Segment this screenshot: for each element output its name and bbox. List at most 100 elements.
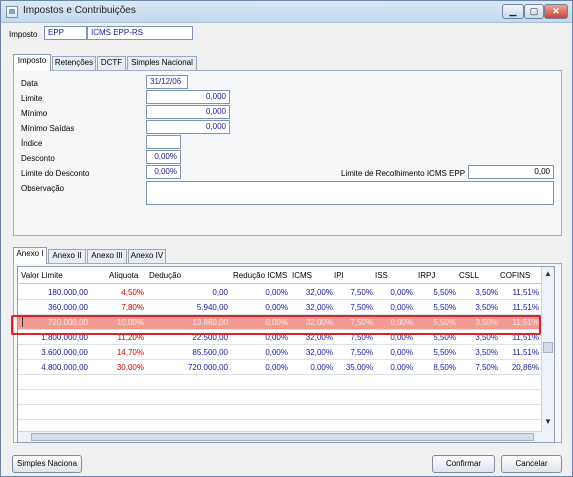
minimo-saidas-field[interactable]: 0,000 — [146, 120, 230, 134]
tab-dctf[interactable]: DCTF — [97, 56, 126, 70]
scroll-down-icon[interactable]: ▼ — [542, 415, 554, 428]
col-deducao[interactable]: Dedução — [149, 271, 181, 280]
table-cell: 32,00% — [305, 348, 333, 357]
table-cell: 0,00% — [310, 363, 333, 372]
indice-label: Índice — [21, 139, 43, 148]
table-cell: 0,00% — [390, 363, 413, 372]
data-label: Data — [21, 79, 38, 88]
horizontal-scroll-thumb[interactable] — [31, 433, 534, 441]
impostos-window: Impostos e Contribuições ▁ ▢ ✕ Imposto E… — [0, 0, 573, 477]
tab-anexo-i[interactable]: Anexo I — [13, 247, 47, 264]
table-cell: 85.500,00 — [192, 348, 228, 357]
col-icms[interactable]: ICMS — [292, 271, 312, 280]
limite-field[interactable]: 0,000 — [146, 90, 230, 104]
col-cofins[interactable]: COFINS — [500, 271, 530, 280]
data-field[interactable]: 31/12/06 — [146, 75, 188, 89]
desconto-field[interactable]: 0,00% — [146, 150, 181, 164]
table-cell: 0,00% — [265, 288, 288, 297]
vertical-scrollbar[interactable]: ▲ ▼ — [541, 267, 554, 442]
table-cell: 5,50% — [433, 288, 456, 297]
scroll-up-icon[interactable]: ▲ — [542, 267, 554, 280]
table-cell: 30,00% — [116, 363, 144, 372]
imposto-name-field[interactable]: ICMS EPP-RS — [87, 26, 193, 40]
close-button[interactable]: ✕ — [544, 4, 568, 19]
selected-row-highlight — [11, 315, 541, 335]
empty-row — [18, 405, 542, 420]
table-row[interactable]: 4.800.000,00 30,00% 720.000,00 0,00% 0,00% 35… — [18, 360, 542, 375]
title-bar: Impostos e Contribuições ▁ ▢ ✕ — [1, 1, 572, 23]
table-cell: 32,00% — [305, 288, 333, 297]
minimize-button[interactable]: ▁ — [502, 4, 524, 19]
observacao-label: Observação — [21, 184, 65, 193]
limite-desconto-label: Limite do Desconto — [21, 169, 90, 178]
minimo-label: Mínimo — [21, 109, 48, 118]
table-cell: 0,00% — [390, 288, 413, 297]
simples-nacional-button[interactable]: Simples Naciona — [12, 455, 82, 473]
minimo-field[interactable]: 0,000 — [146, 105, 230, 119]
imposto-code-field[interactable]: EPP — [44, 26, 87, 40]
table-cell: 14,70% — [116, 348, 144, 357]
table-cell: 11,51% — [512, 303, 539, 312]
col-csll[interactable]: CSLL — [459, 271, 479, 280]
window-title: Impostos e Contribuições — [23, 5, 136, 16]
table-row[interactable]: 180.000,00 4,50% 0,00 0,00% 32,00% 7,50% 0,00%… — [18, 285, 542, 300]
vertical-scroll-thumb[interactable] — [543, 342, 553, 353]
table-row[interactable]: 360.000,00 7,80% 5.940,00 0,00% 32,00% 7,50% 0… — [18, 300, 542, 315]
minimo-saidas-label: Mínimo Saídas — [21, 124, 75, 133]
col-valor-limite[interactable]: Valor Limite — [21, 271, 63, 280]
table-cell: 3,50% — [475, 348, 498, 357]
col-irpj[interactable]: IRPJ — [418, 271, 435, 280]
table-cell: 0,00 — [212, 288, 228, 297]
imposto-label: Imposto — [9, 30, 38, 39]
tab-retencoes[interactable]: Retenções — [52, 56, 96, 70]
grid-header: Valor Limite Alíquota Dedução Redução IC… — [18, 267, 542, 284]
tab-anexo-iv[interactable]: Anexo IV — [128, 249, 166, 263]
table-cell: 3,50% — [475, 303, 498, 312]
table-cell: 11,51% — [512, 348, 539, 357]
table-cell: 0,00% — [265, 348, 288, 357]
horizontal-scrollbar[interactable] — [18, 431, 542, 442]
limite-desconto-field[interactable]: 0,00% — [146, 165, 181, 179]
limite-recolhimento-label: Limite de Recolhimento ICMS EPP — [341, 169, 466, 178]
col-aliquota[interactable]: Alíquota — [109, 271, 138, 280]
imposto-panel — [13, 70, 562, 236]
table-row[interactable]: 3.600.000,00 14,70% 85.500,00 0,00% 32,00% 7,… — [18, 345, 542, 360]
col-reducao-icms[interactable]: Redução ICMS — [233, 271, 287, 280]
observacao-field[interactable] — [146, 181, 554, 205]
table-cell: 35,00% — [345, 363, 373, 372]
table-cell: 5.940,00 — [196, 303, 228, 312]
table-cell: 5,50% — [433, 348, 456, 357]
col-iss[interactable]: ISS — [375, 271, 388, 280]
app-icon — [6, 6, 18, 18]
table-cell: 0,00% — [390, 303, 413, 312]
anexo-grid: Valor Limite Alíquota Dedução Redução IC… — [17, 266, 555, 443]
table-cell: 0,00% — [265, 303, 288, 312]
tab-anexo-iii[interactable]: Anexo III — [87, 249, 127, 263]
table-cell: 4,50% — [121, 288, 144, 297]
minimize-icon: ▁ — [509, 6, 517, 16]
cancelar-button[interactable]: Cancelar — [501, 455, 562, 473]
limite-recolhimento-field[interactable]: 0,00 — [468, 165, 554, 179]
empty-row — [18, 390, 542, 405]
maximize-button[interactable]: ▢ — [524, 4, 544, 19]
tab-imposto[interactable]: Imposto — [13, 54, 51, 71]
table-cell: 7,50% — [350, 348, 373, 357]
table-cell: 11,51% — [512, 288, 539, 297]
tab-simples-nacional[interactable]: Simples Nacional — [127, 56, 197, 70]
desconto-label: Desconto — [21, 154, 55, 163]
table-cell: 8,50% — [433, 363, 456, 372]
close-icon: ✕ — [552, 6, 560, 16]
table-cell: 3,50% — [475, 288, 498, 297]
tab-anexo-ii[interactable]: Anexo II — [48, 249, 86, 263]
maximize-icon: ▢ — [529, 6, 539, 16]
empty-row — [18, 375, 542, 390]
confirmar-button[interactable]: Confirmar — [432, 455, 495, 473]
indice-field[interactable] — [146, 135, 181, 149]
col-ipi[interactable]: IPI — [334, 271, 344, 280]
limite-label: Limite — [21, 94, 43, 103]
table-cell: 7,50% — [350, 288, 373, 297]
table-cell: 20,86% — [511, 363, 539, 372]
table-cell: 4.800.000,00 — [41, 363, 88, 372]
table-cell: 180.000,00 — [47, 288, 88, 297]
table-cell: 7,80% — [121, 303, 144, 312]
